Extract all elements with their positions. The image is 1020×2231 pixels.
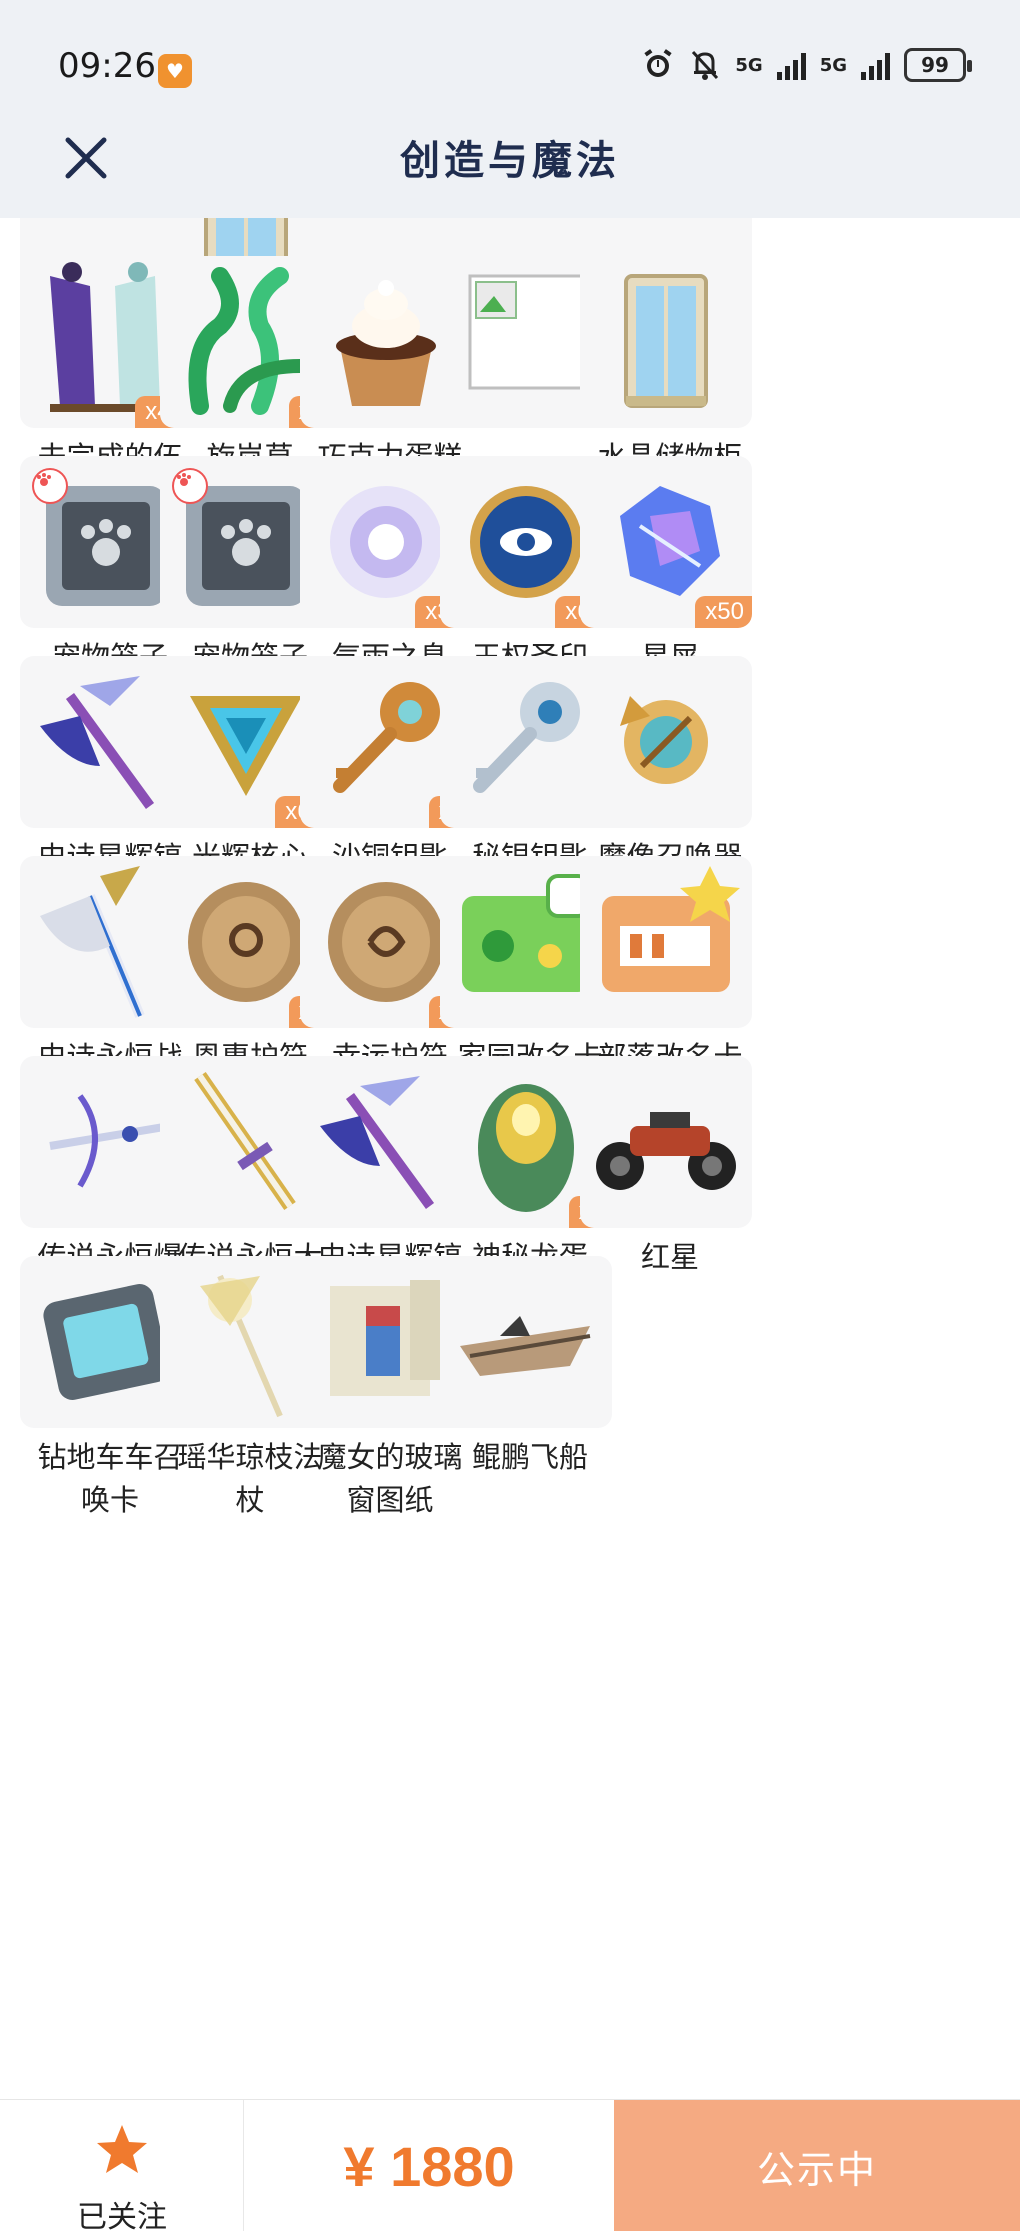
item-tile[interactable]	[580, 256, 752, 428]
header: 创造与魔法	[0, 110, 1020, 218]
publicity-status-button[interactable]: 公示中	[614, 2100, 1020, 2231]
follow-button[interactable]: 已关注	[0, 2100, 244, 2231]
network-label-2: 5G	[819, 54, 847, 76]
follow-label: 已关注	[77, 2200, 167, 2231]
alarm-icon	[644, 49, 672, 77]
item-tile[interactable]	[580, 656, 752, 828]
pet-badge-icon	[32, 468, 68, 504]
item-tile[interactable]	[580, 856, 752, 1028]
item-name-line-2: 窗图纸	[346, 1483, 434, 1517]
airship-icon	[460, 1316, 591, 1376]
status-bar: 09:26 ♥ 5G 5G 99	[0, 0, 1020, 128]
item-tile[interactable]	[580, 1056, 752, 1228]
top-bar: 09:26 ♥ 5G 5G 99 创造与魔法	[0, 0, 1020, 218]
star-icon	[97, 2125, 147, 2173]
battery-level: 99	[921, 53, 949, 77]
item-tile[interactable]: x50	[580, 456, 752, 628]
app-notification-icon: ♥	[158, 54, 192, 88]
golem-summoner-icon	[620, 696, 708, 784]
pet-badge-icon	[172, 468, 208, 504]
battery-icon: 99	[904, 48, 972, 82]
item-tile[interactable]	[440, 1256, 612, 1428]
status-icons: 5G 5G 99	[641, 48, 972, 82]
page-title: 创造与魔法	[400, 137, 620, 184]
item-list-page: 09:26 ♥ 5G 5G 99 创造与魔法 x456魔晶水晶储物柜玉生花玉生花…	[0, 0, 1020, 2231]
network-label-1: 5G	[735, 54, 763, 76]
mute-bell-icon	[692, 50, 719, 80]
bottom-bar: 已关注 ¥ 1880 公示中	[0, 2099, 1020, 2231]
status-time: 09:26	[58, 46, 156, 86]
item-name: 鲲鹏飞船	[471, 1440, 588, 1474]
motorcycle-icon	[596, 1112, 736, 1190]
price: ¥ 1880	[343, 2134, 515, 2198]
crystal-cabinet-icon	[624, 274, 708, 408]
tribe-rename-card-icon	[602, 866, 740, 992]
item-count-badge: x50	[695, 596, 752, 628]
signal-icon-2	[861, 50, 890, 80]
signal-icon	[776, 50, 806, 80]
